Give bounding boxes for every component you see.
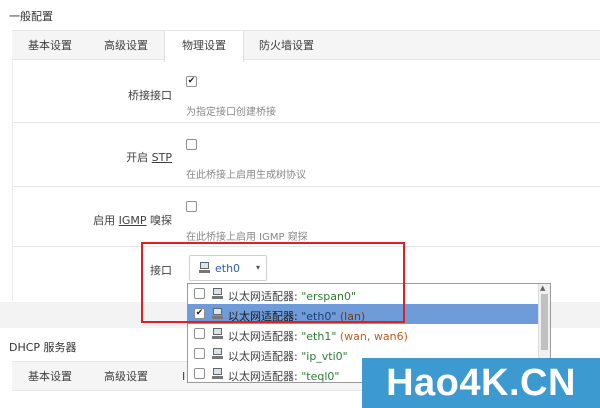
tab-basic[interactable]: 基本设置 — [28, 31, 72, 61]
stp-desc: 在此桥接上启用生成树协议 — [186, 170, 306, 181]
tab-physical[interactable]: 物理设置 — [164, 31, 244, 62]
stp-checkbox[interactable] — [186, 139, 197, 150]
dropdown-option[interactable]: 以太网适配器: "eth1" (wan, wan6) — [188, 324, 538, 344]
option-prefix: 以太网适配器: — [228, 370, 302, 383]
tab-firewall[interactable]: 防火墙设置 — [259, 31, 314, 61]
bridge-checkbox[interactable]: ✔ — [186, 76, 197, 87]
tab-advanced[interactable]: 高级设置 — [104, 31, 148, 61]
igmp-desc: 在此桥接上启用 IGMP 窥探 — [186, 232, 308, 243]
option-label: 以太网适配器: "teql0" — [228, 368, 340, 383]
option-checkbox[interactable] — [194, 348, 205, 359]
tab-dhcp-advanced[interactable]: 高级设置 — [104, 362, 148, 392]
igmp-label-prefix: 启用 — [93, 214, 119, 227]
igmp-checkbox[interactable] — [186, 201, 197, 212]
section-title-dhcp: DHCP 服务器 — [9, 341, 77, 354]
option-name: "ip_vti0" — [301, 350, 348, 363]
option-networks: (wan, wan6) — [336, 330, 408, 343]
stp-label: 开启 STP — [126, 149, 172, 165]
watermark-logo: Hao4K.CN — [362, 358, 600, 408]
option-name: "teql0" — [301, 370, 340, 383]
igmp-label-suffix: 嗅探 — [146, 214, 172, 227]
option-label: 以太网适配器: "ip_vti0" — [228, 348, 348, 364]
tab-dhcp-basic[interactable]: 基本设置 — [28, 362, 72, 392]
divider — [12, 186, 600, 187]
igmp-abbr: IGMP — [118, 214, 147, 227]
stp-abbr: STP — [151, 151, 172, 164]
option-checkbox[interactable] — [194, 368, 205, 379]
option-name: "eth1" — [301, 330, 337, 343]
section-title-general: 一般配置 — [9, 10, 53, 23]
tab-dhcp-partial[interactable]: I — [182, 362, 185, 392]
network-adapter-icon — [212, 328, 223, 340]
option-prefix: 以太网适配器: — [228, 330, 302, 343]
network-adapter-icon — [212, 348, 223, 360]
highlight-box — [141, 242, 405, 323]
check-icon: ✔ — [187, 76, 196, 86]
option-checkbox[interactable] — [194, 328, 205, 339]
scrollbar-thumb[interactable] — [541, 294, 548, 350]
option-prefix: 以太网适配器: — [228, 350, 302, 363]
igmp-label: 启用 IGMP 嗅探 — [93, 212, 172, 228]
tabbar-general: 基本设置 高级设置 物理设置 防火墙设置 — [12, 30, 600, 62]
network-adapter-icon — [212, 368, 223, 380]
option-label: 以太网适配器: "eth1" (wan, wan6) — [228, 328, 408, 344]
bridge-label: 桥接接口 — [128, 89, 172, 102]
divider — [12, 122, 600, 123]
scroll-up-icon[interactable]: ▲ — [540, 284, 545, 292]
bridge-desc: 为指定接口创建桥接 — [186, 107, 276, 118]
stp-label-prefix: 开启 — [126, 151, 152, 164]
